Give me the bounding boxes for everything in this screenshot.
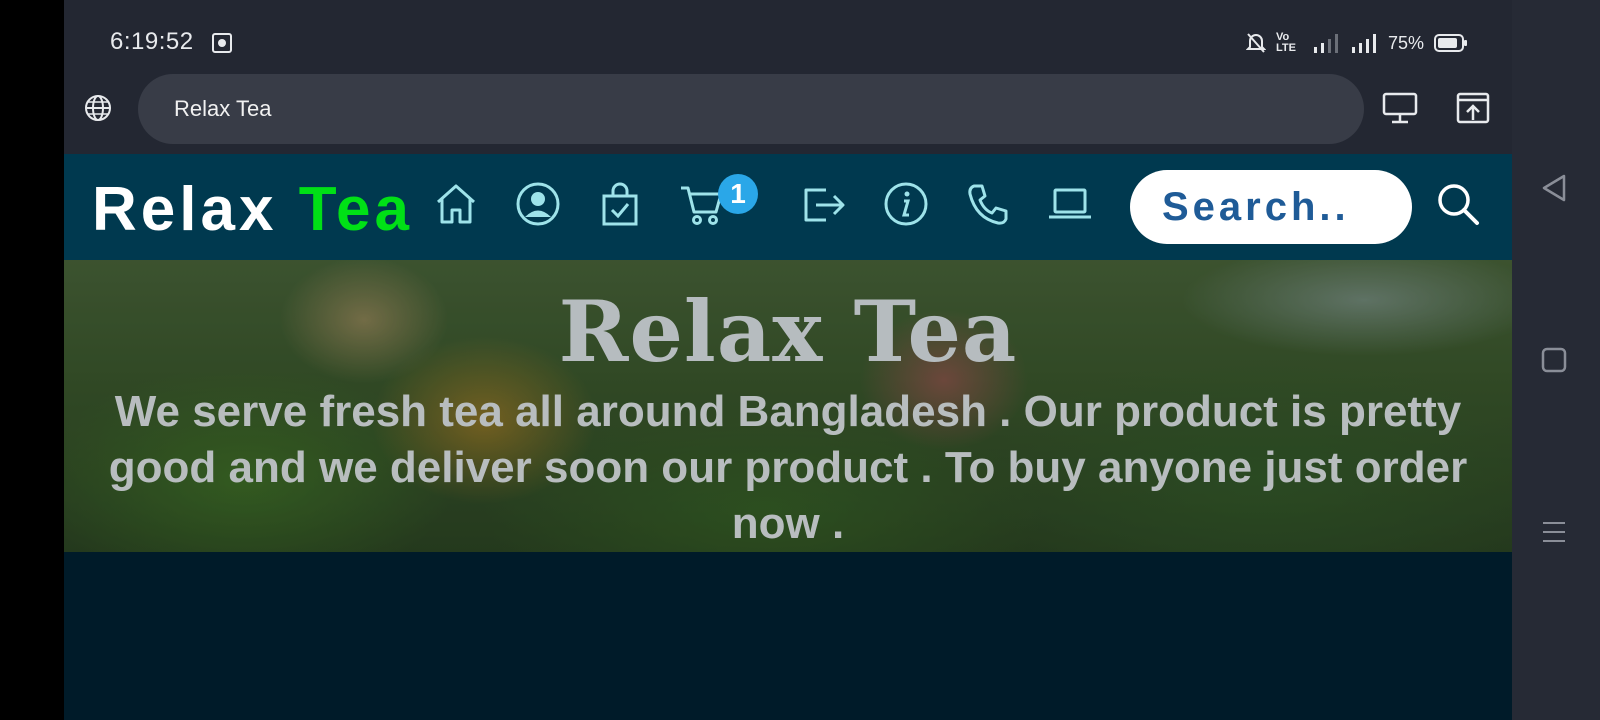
- battery-percent: 75%: [1387, 32, 1424, 53]
- status-bar: 6:19:52 Vo LTE 75%: [64, 0, 1512, 80]
- browser-toolbar: Relax Tea: [64, 74, 1512, 144]
- recents-button[interactable]: [1534, 512, 1574, 552]
- website-content: Relax Tea 1 Search.. Relax Tea We serve …: [64, 154, 1512, 720]
- address-bar-text: Relax Tea: [174, 96, 272, 121]
- battery-icon: [1434, 34, 1467, 52]
- open-external-icon[interactable]: [1456, 92, 1490, 124]
- search-icon[interactable]: [1434, 180, 1482, 228]
- phone-screen: 6:19:52 Vo LTE 75% Relax Tea Relax Tea 1…: [64, 0, 1512, 720]
- laptop-icon[interactable]: [1046, 180, 1094, 228]
- volte-indicator: Vo LTE: [1275, 31, 1296, 54]
- hero-title: Relax Tea: [558, 282, 1018, 381]
- address-bar[interactable]: Relax Tea: [138, 74, 1364, 144]
- search-input[interactable]: [1130, 170, 1412, 244]
- home-nav-button[interactable]: [1534, 340, 1574, 380]
- signal-weak-icon: [1313, 34, 1338, 53]
- home-icon[interactable]: [432, 180, 480, 228]
- site-navbar: Relax Tea 1: [64, 154, 1512, 260]
- phone-icon[interactable]: [964, 180, 1012, 228]
- site-logo[interactable]: Relax Tea: [92, 174, 413, 245]
- globe-icon[interactable]: [82, 92, 114, 124]
- android-nav-bar: [1512, 0, 1600, 720]
- shopping-bag-icon[interactable]: [596, 180, 644, 228]
- logout-icon[interactable]: [800, 180, 848, 228]
- status-right-group: Vo LTE 75%: [1245, 30, 1468, 56]
- left-bezel: [0, 0, 64, 720]
- hero-banner: Relax Tea We serve fresh tea all around …: [64, 260, 1512, 552]
- square-icon: [1541, 347, 1567, 373]
- logo-tea: Tea: [298, 175, 413, 244]
- back-button[interactable]: [1534, 168, 1574, 208]
- hero-description: We serve fresh tea all around Bangladesh…: [108, 387, 1468, 548]
- cart-count-badge: 1: [718, 174, 758, 214]
- mute-bell-icon: [1245, 33, 1266, 53]
- menu-lines-icon: [1543, 522, 1565, 542]
- logo-relax: Relax: [92, 175, 278, 244]
- back-triangle-icon: [1542, 174, 1566, 202]
- user-icon[interactable]: [514, 180, 562, 228]
- notification-app-icon: [212, 33, 232, 53]
- signal-strong-icon: [1351, 34, 1376, 53]
- desktop-mode-icon[interactable]: [1382, 92, 1418, 124]
- status-time: 6:19:52: [110, 28, 194, 55]
- info-icon[interactable]: [882, 180, 930, 228]
